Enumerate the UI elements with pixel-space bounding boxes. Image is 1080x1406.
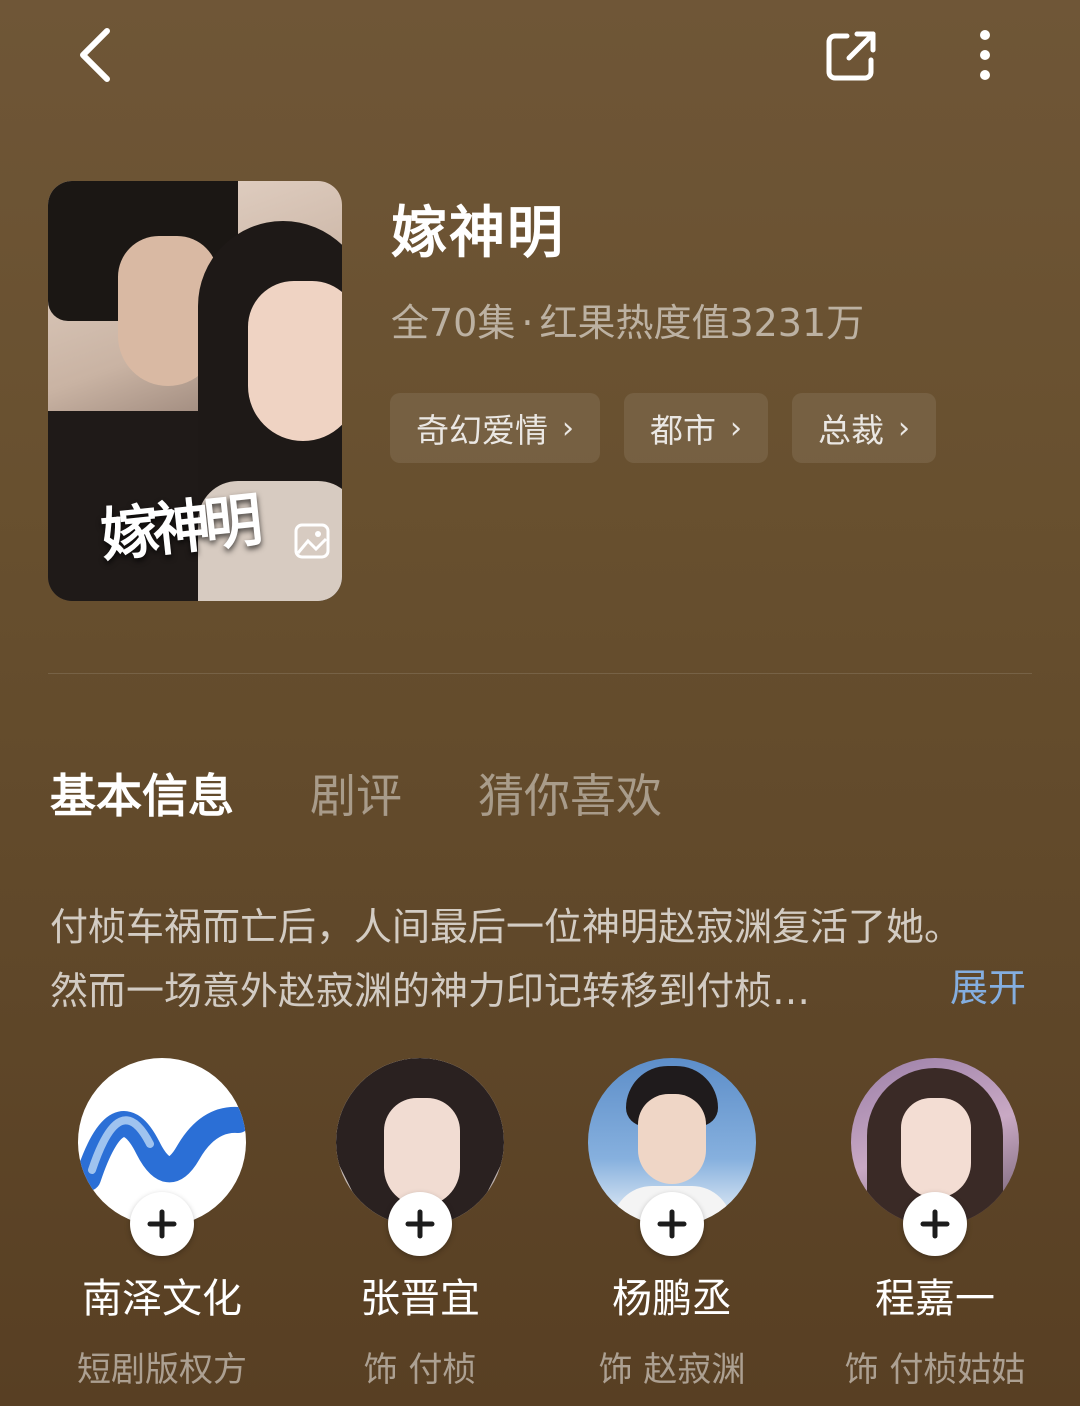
poster-title-art: 嫁神明 bbox=[97, 486, 260, 570]
chevron-right-icon: › bbox=[730, 410, 742, 446]
cast-name: 程嘉一 bbox=[875, 1276, 995, 1322]
cast-role: 饰 赵寂渊 bbox=[598, 1350, 746, 1390]
drama-title: 嫁神明 bbox=[391, 201, 565, 266]
cast-item-studio[interactable]: 南泽文化 短剧版权方 bbox=[52, 1058, 272, 1391]
genre-tags: 奇幻爱情 › 都市 › 总裁 › bbox=[390, 393, 936, 463]
chevron-right-icon: › bbox=[562, 410, 574, 446]
more-button[interactable] bbox=[955, 20, 1015, 90]
tab-basic-info[interactable]: 基本信息 bbox=[50, 760, 234, 826]
chevron-right-icon: › bbox=[898, 410, 910, 446]
tab-bar: 基本信息 剧评 猜你喜欢 bbox=[50, 760, 738, 826]
gallery-icon bbox=[294, 523, 330, 559]
back-button[interactable] bbox=[60, 20, 130, 90]
drama-meta: 全70集 · 红果热度值3231万 bbox=[391, 292, 864, 347]
cast-role: 饰 付桢 bbox=[363, 1350, 477, 1390]
cast-item[interactable]: 程嘉一 饰 付桢姑姑 bbox=[825, 1058, 1045, 1391]
follow-button[interactable] bbox=[903, 1192, 967, 1256]
divider bbox=[48, 673, 1032, 674]
plus-icon bbox=[920, 1209, 950, 1239]
heat-value: 红果热度值3231万 bbox=[539, 301, 865, 345]
avatar[interactable] bbox=[78, 1058, 246, 1256]
episode-count: 全70集 bbox=[391, 301, 516, 345]
plus-icon bbox=[405, 1209, 435, 1239]
cast-role: 短剧版权方 bbox=[77, 1350, 247, 1390]
chevron-left-icon bbox=[80, 28, 110, 82]
plus-icon bbox=[657, 1209, 687, 1239]
share-external-icon bbox=[826, 31, 876, 81]
drama-poster[interactable]: 嫁神明 bbox=[48, 181, 342, 601]
tab-recommendations[interactable]: 猜你喜欢 bbox=[478, 760, 662, 826]
cast-name: 杨鹏丞 bbox=[612, 1276, 732, 1322]
follow-button[interactable] bbox=[130, 1192, 194, 1256]
tag-urban[interactable]: 都市 › bbox=[624, 393, 768, 463]
plus-icon bbox=[147, 1209, 177, 1239]
synopsis-line-1: 付桢车祸而亡后，人间最后一位神明赵寂渊复活了她。 bbox=[50, 905, 963, 949]
avatar[interactable] bbox=[851, 1058, 1019, 1256]
cast-name: 张晋宜 bbox=[360, 1276, 480, 1322]
share-button[interactable] bbox=[815, 20, 887, 92]
cast-item[interactable]: 张晋宜 饰 付桢 bbox=[310, 1058, 530, 1391]
cast-name: 南泽文化 bbox=[82, 1276, 242, 1322]
meta-separator: · bbox=[521, 301, 534, 345]
avatar[interactable] bbox=[588, 1058, 756, 1256]
cast-role: 饰 付桢姑姑 bbox=[844, 1350, 1026, 1390]
more-vertical-icon bbox=[980, 30, 990, 80]
tag-fantasy-romance[interactable]: 奇幻爱情 › bbox=[390, 393, 600, 463]
synopsis-line-2: 然而一场意外赵寂渊的神力印记转移到付桢… bbox=[50, 969, 811, 1013]
synopsis: 付桢车祸而亡后，人间最后一位神明赵寂渊复活了她。 然而一场意外赵寂渊的神力印记转… bbox=[50, 895, 1040, 1023]
top-bar bbox=[0, 0, 1080, 110]
tab-reviews[interactable]: 剧评 bbox=[310, 760, 402, 826]
follow-button[interactable] bbox=[388, 1192, 452, 1256]
avatar[interactable] bbox=[336, 1058, 504, 1256]
follow-button[interactable] bbox=[640, 1192, 704, 1256]
tag-ceo[interactable]: 总裁 › bbox=[792, 393, 936, 463]
cast-list: 南泽文化 短剧版权方 张晋宜 饰 付桢 杨鹏丞 饰 赵寂渊 程嘉一 饰 付桢姑姑 bbox=[0, 1058, 1080, 1406]
expand-link[interactable]: 展开 bbox=[950, 957, 1026, 1012]
cast-item[interactable]: 杨鹏丞 饰 赵寂渊 bbox=[562, 1058, 782, 1391]
